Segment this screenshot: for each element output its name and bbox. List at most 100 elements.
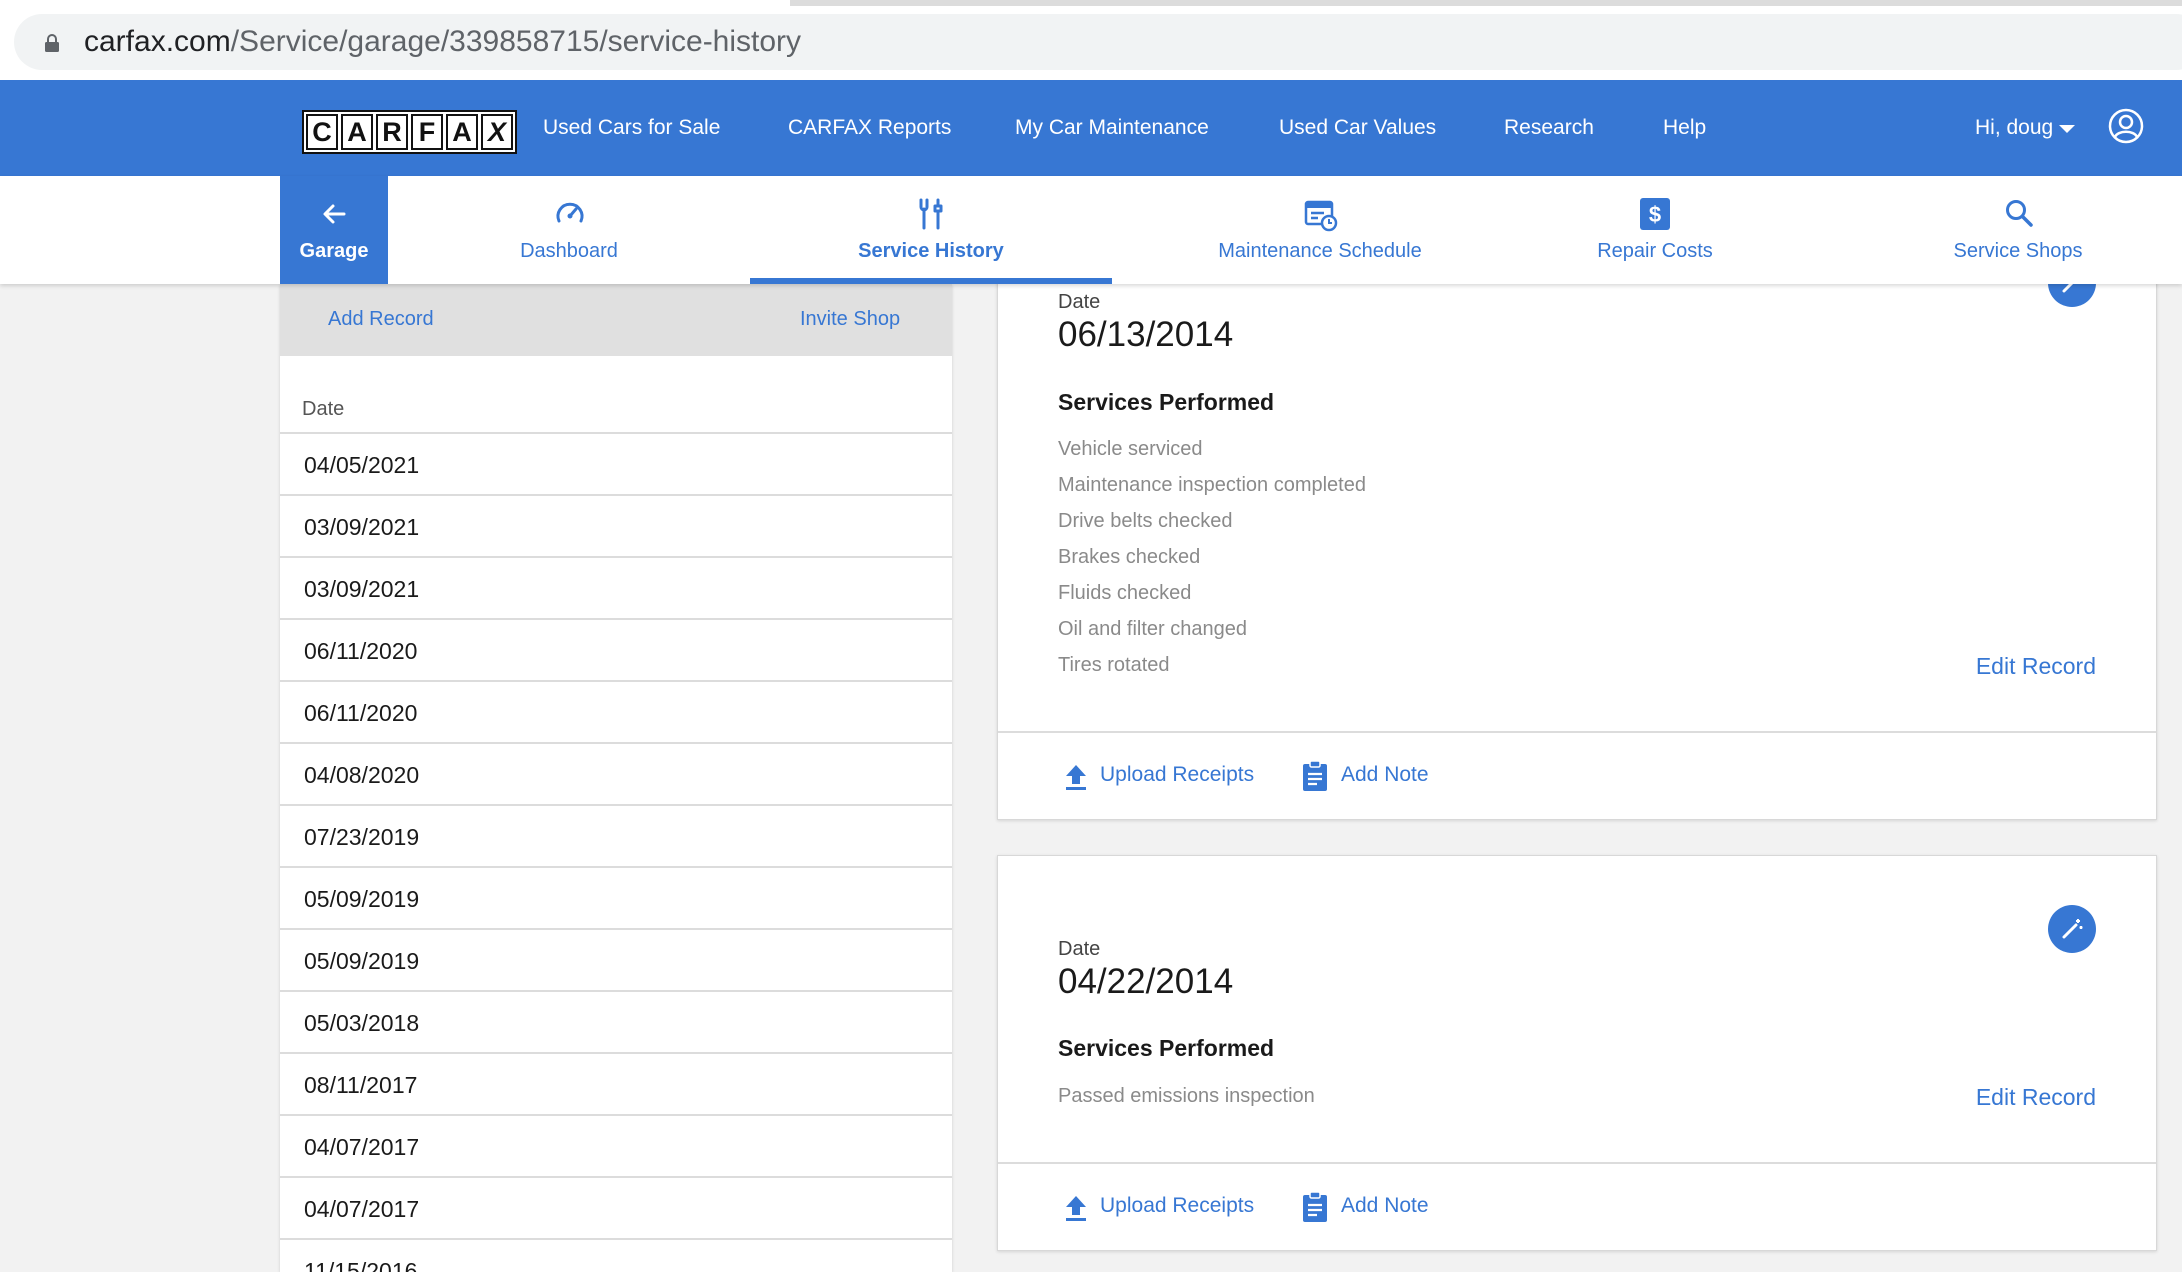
url-path: /Service/garage/339858715/service-histor… [230,25,802,58]
tab-repair-costs[interactable]: $ Repair Costs [1540,176,1770,284]
logo-letter: C [306,114,338,150]
garage-label: Garage [299,240,369,262]
record-date: 04/07/2017 [304,1196,420,1222]
record-actions-bar: Add Record Invite Shop [280,284,952,356]
nav-link-carfax-reports[interactable]: CARFAX Reports [788,114,951,142]
logo-letter: A [341,114,373,150]
active-tab-indicator [750,278,1112,284]
tab-dashboard-label: Dashboard [520,240,618,262]
add-record-button[interactable]: Add Record [328,306,434,332]
record-date-list: 04/05/2021 03/09/2021 03/09/2021 06/11/2… [280,432,952,1272]
record-date: 03/09/2021 [304,514,420,540]
tab-maintenance-schedule-label: Maintenance Schedule [1218,240,1422,262]
record-date: 05/09/2019 [304,886,420,912]
top-navigation-bar: C A R F A X Used Cars for Sale CARFAX Re… [0,80,2182,176]
add-note-link[interactable]: Add Note [1341,1192,1429,1220]
record-date: 05/03/2018 [304,1010,420,1036]
browser-tab[interactable] [0,0,790,6]
service-item: Tires rotated [1058,654,1170,676]
nav-link-car-values[interactable]: Used Car Values [1279,114,1436,142]
service-item: Maintenance inspection completed [1058,474,1366,496]
nav-link-used-cars[interactable]: Used Cars for Sale [543,114,720,142]
lock-icon [45,34,59,52]
record-date: 06/11/2020 [304,700,418,726]
record-date: 08/11/2017 [304,1072,418,1098]
service-record-list-panel: Add Record Invite Shop Date 04/05/2021 0… [280,284,952,1272]
record-date-row[interactable]: 03/09/2021 [280,558,952,620]
logo-letter: A [446,114,478,150]
add-note-link[interactable]: Add Note [1341,761,1429,789]
user-account-icon[interactable] [2108,108,2144,144]
edit-wand-button[interactable] [2048,905,2096,953]
tab-repair-costs-label: Repair Costs [1597,240,1713,262]
services-performed-heading: Services Performed [1058,1035,1275,1061]
services-performed-heading: Services Performed [1058,389,1275,415]
record-date-row[interactable]: 04/07/2017 [280,1178,952,1240]
record-date-label: Date [1058,938,1101,960]
tab-service-shops[interactable]: Service Shops [1920,176,2116,284]
upload-icon[interactable] [1063,763,1089,791]
edit-record-link[interactable]: Edit Record [1976,1082,2096,1112]
invite-shop-button[interactable]: Invite Shop [800,306,900,332]
nav-link-research[interactable]: Research [1504,114,1594,142]
logo-letter: X [481,114,513,150]
browser-toolbar: carfax.com/Service/garage/339858715/serv… [0,0,2182,80]
record-date-row[interactable]: 08/11/2017 [280,1054,952,1116]
upload-icon[interactable] [1063,1194,1089,1222]
service-record-card: Date 04/22/2014 Services Performed Passe… [997,855,2157,1251]
speedometer-icon [556,202,584,223]
user-greeting-menu[interactable]: Hi, doug [1975,114,2053,142]
record-date-row[interactable]: 04/07/2017 [280,1116,952,1178]
svg-text:$: $ [1649,202,1661,227]
nav-link-help[interactable]: Help [1663,114,1706,142]
record-date-row[interactable]: 06/11/2020 [280,682,952,744]
record-date-row[interactable]: 04/05/2021 [280,434,952,496]
record-date-row[interactable]: 05/09/2019 [280,930,952,992]
browser-tab-strip [0,0,2182,6]
carfax-logo[interactable]: C A R F A X [302,110,517,154]
garage-subnav: Garage Dashboard Service History Mainten… [0,176,2182,284]
service-item: Oil and filter changed [1058,618,1248,640]
garage-back-button[interactable]: Garage [280,176,388,284]
record-date-row[interactable]: 05/09/2019 [280,868,952,930]
record-date: 11/15/2016 [304,1258,418,1272]
card-divider [998,731,2156,733]
caret-down-icon[interactable] [2059,125,2075,133]
search-icon [2006,200,2033,227]
service-item: Fluids checked [1058,582,1192,604]
services-list: Passed emissions inspection [1058,1078,1315,1114]
record-date-row[interactable]: 07/23/2019 [280,806,952,868]
clipboard-note-icon[interactable] [1302,760,1328,792]
nav-link-car-maintenance[interactable]: My Car Maintenance [1015,114,1209,142]
record-date-row[interactable]: 05/03/2018 [280,992,952,1054]
record-date-row[interactable]: 03/09/2021 [280,496,952,558]
record-date: 07/23/2019 [304,824,420,850]
record-date-row[interactable]: 04/08/2020 [280,744,952,806]
record-date-row[interactable]: 06/11/2020 [280,620,952,682]
calendar-clock-icon [1304,200,1338,232]
arrow-left-icon [323,204,346,224]
service-item: Vehicle serviced [1058,438,1203,460]
logo-letter: F [411,114,443,150]
record-date-value: 04/22/2014 [1058,962,1234,1001]
wrench-screwdriver-icon [919,198,943,230]
tab-dashboard[interactable]: Dashboard [470,176,668,284]
date-column-header: Date [302,398,345,420]
upload-receipts-link[interactable]: Upload Receipts [1100,1192,1254,1220]
tab-maintenance-schedule[interactable]: Maintenance Schedule [1170,176,1470,284]
record-date: 04/05/2021 [304,452,420,478]
services-list: Vehicle serviced Maintenance inspection … [1058,431,1366,683]
address-bar-url[interactable]: carfax.com/Service/garage/339858715/serv… [84,22,801,62]
service-item: Drive belts checked [1058,510,1233,532]
record-date-row[interactable]: 11/15/2016 [280,1240,952,1272]
upload-receipts-link[interactable]: Upload Receipts [1100,761,1254,789]
tab-service-history[interactable]: Service History [750,176,1112,284]
record-date: 04/07/2017 [304,1134,420,1160]
service-item: Passed emissions inspection [1058,1085,1315,1107]
logo-letter: R [376,114,408,150]
tab-service-shops-label: Service Shops [1953,240,2083,262]
clipboard-note-icon[interactable] [1302,1191,1328,1223]
record-date-value: 06/13/2014 [1058,315,1234,354]
edit-record-link[interactable]: Edit Record [1976,651,2096,681]
record-date-label: Date [1058,291,1101,313]
